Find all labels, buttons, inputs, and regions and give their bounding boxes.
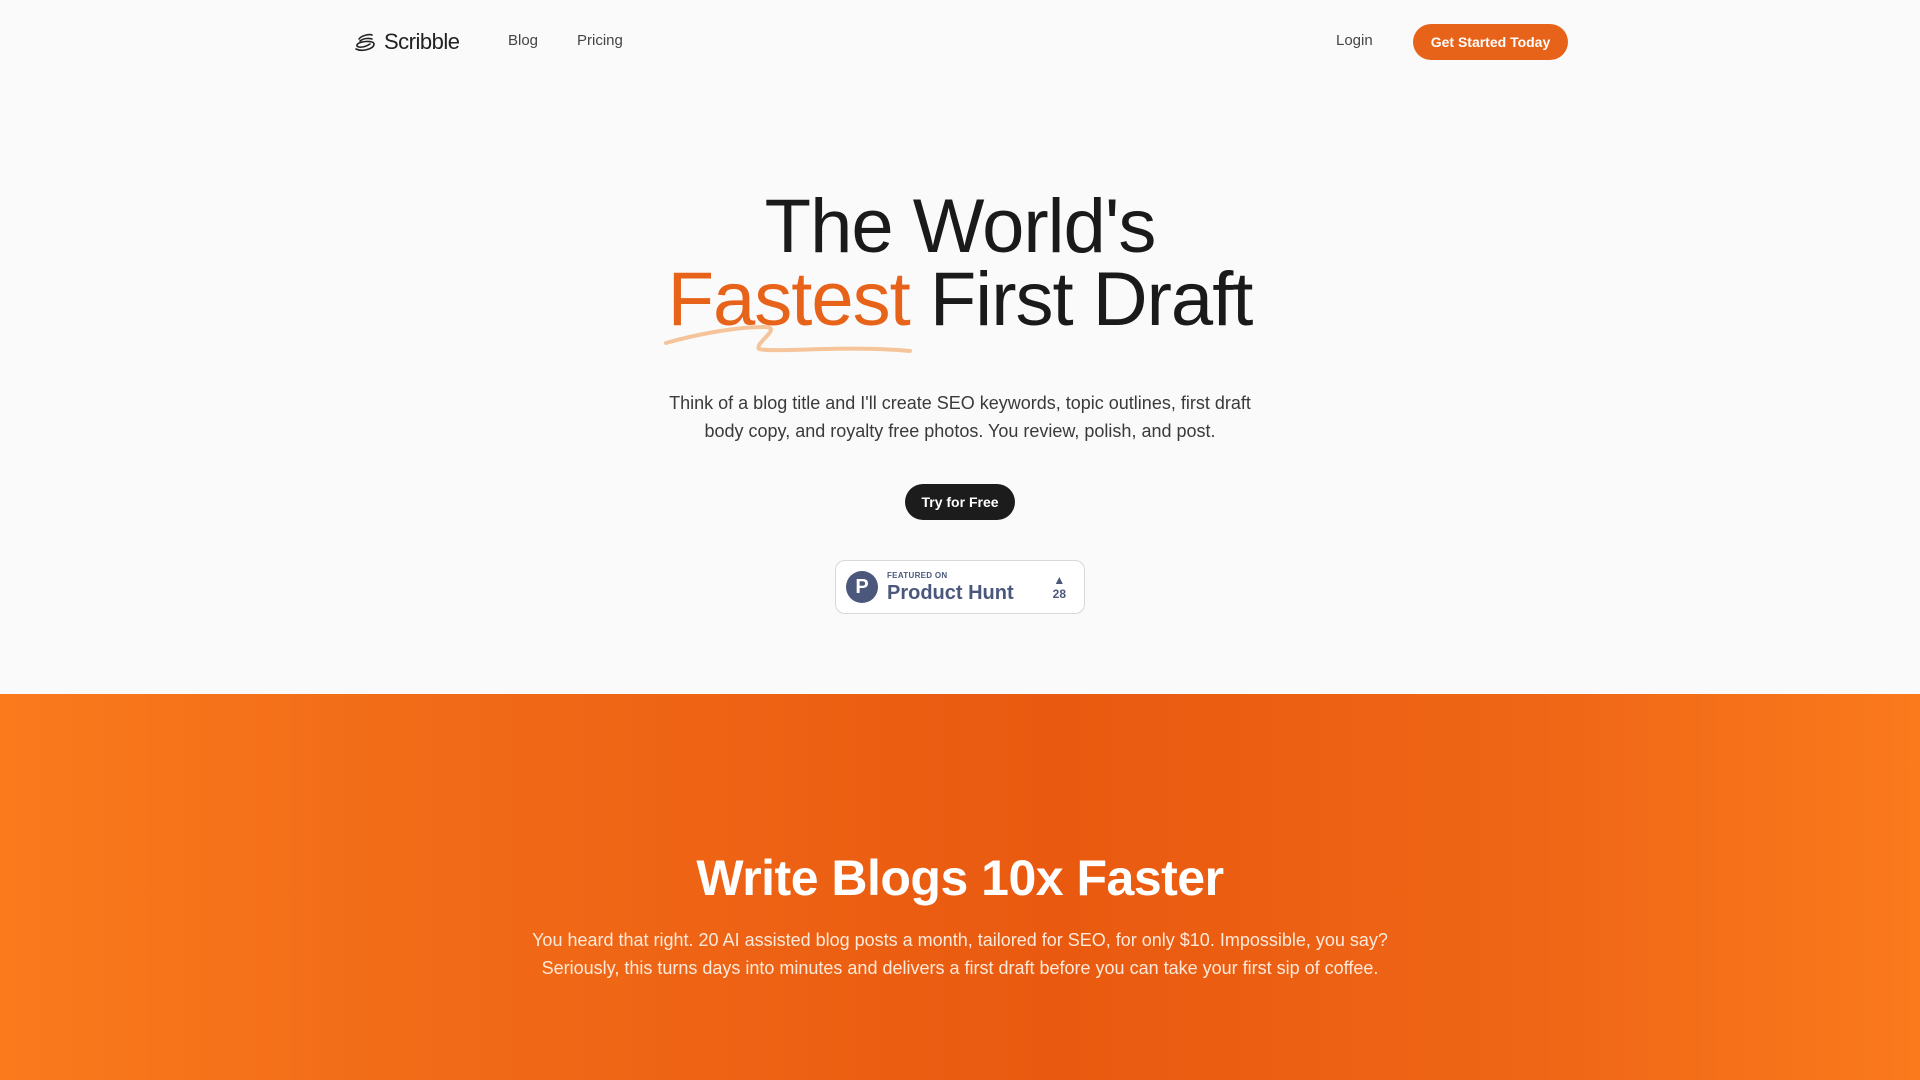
hero-title-line2: Fastest First Draft [0, 262, 1920, 353]
scribble-logo-link[interactable]: Scribble [352, 26, 460, 58]
hero-title-accent-wrap: Fastest [663, 262, 912, 353]
product-hunt-logo-icon: P [846, 571, 878, 603]
nav-link-blog[interactable]: Blog [508, 32, 538, 49]
squiggle-underline-icon [663, 324, 912, 353]
features-title: Write Blogs 10x Faster [696, 850, 1224, 906]
features-section: Write Blogs 10x Faster You heard that ri… [0, 694, 1920, 1080]
triangle-up-icon: ▲ [1053, 573, 1066, 587]
product-hunt-name: Product Hunt [887, 581, 1014, 604]
get-started-button[interactable]: Get Started Today [1413, 24, 1568, 60]
product-hunt-badge[interactable]: P FEATURED ON Product Hunt ▲ 28 [835, 560, 1085, 614]
login-link[interactable]: Login [1336, 32, 1373, 49]
top-navbar: Scribble Blog Pricing Login Get Started … [0, 0, 1920, 84]
vote-count: 28 [1052, 587, 1066, 601]
nav-link-pricing[interactable]: Pricing [577, 32, 623, 49]
hero-title: The World's Fastest First Draft [0, 184, 1920, 353]
hero-title-line1: The World's [764, 184, 1157, 269]
scribble-logo-icon [355, 33, 375, 51]
featured-on-label: FEATURED ON [887, 570, 948, 580]
features-subtitle: You heard that right. 20 AI assisted blo… [532, 930, 1388, 978]
hero-subtitle: Think of a blog title and I'll create SE… [669, 393, 1251, 441]
upvote-count: ▲ 28 [1053, 573, 1066, 601]
logo-text: Scribble [384, 29, 460, 54]
product-hunt-text: FEATURED ON Product Hunt [887, 570, 1014, 604]
try-for-free-button[interactable]: Try for Free [905, 484, 1015, 520]
hero-title-rest: First Draft [909, 257, 1254, 342]
